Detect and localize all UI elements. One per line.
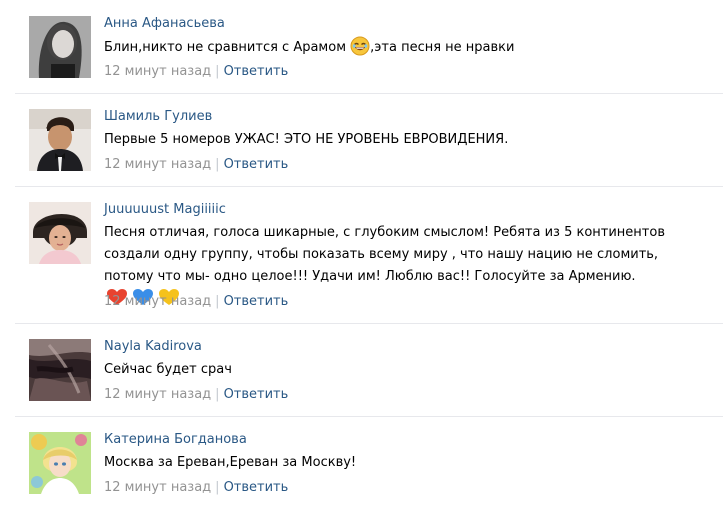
reply-link[interactable]: Ответить xyxy=(224,387,289,402)
avatar-photo xyxy=(29,16,91,78)
laughing-face-icon xyxy=(350,36,370,56)
comment-time[interactable]: 12 минут назад xyxy=(104,387,211,402)
comment-item: Катерина Богданова Москва за Ереван,Ерев… xyxy=(0,416,723,508)
meta-separator: | xyxy=(215,387,220,402)
comment-text: Первые 5 номеров УЖАС! ЭТО НЕ УРОВЕНЬ ЕВ… xyxy=(104,132,509,147)
comment-meta: 12 минут назад | Ответить xyxy=(104,294,288,310)
comment-author[interactable]: Nayla Kadirova xyxy=(104,339,202,355)
reply-link[interactable]: Ответить xyxy=(224,294,289,309)
avatar-photo xyxy=(29,432,91,494)
avatar[interactable] xyxy=(29,109,91,171)
meta-separator: | xyxy=(215,64,220,79)
comment-author[interactable]: Катерина Богданова xyxy=(104,432,247,448)
comment-time[interactable]: 12 минут назад xyxy=(104,157,211,172)
meta-separator: | xyxy=(215,294,220,309)
reply-link[interactable]: Ответить xyxy=(224,480,289,495)
comment-time[interactable]: 12 минут назад xyxy=(104,64,211,79)
comment-time[interactable]: 12 минут назад xyxy=(104,480,211,495)
comment-author[interactable]: Анна Афанасьева xyxy=(104,16,225,32)
comment-text-part: ,эта песня не нравки xyxy=(370,40,515,55)
comment-meta: 12 минут назад | Ответить xyxy=(104,157,288,173)
comment-text: Сейчас будет срач xyxy=(104,362,232,377)
comment-text: Блин,никто не сравнится с Арамом ,эта пе… xyxy=(104,36,704,59)
meta-separator: | xyxy=(215,480,220,495)
comment-author[interactable]: Juuuuuust Magiiiiic xyxy=(104,202,226,218)
comment-meta: 12 минут назад | Ответить xyxy=(104,480,288,496)
comment-text-part: Блин,никто не сравнится с Арамом xyxy=(104,40,351,55)
reply-link[interactable]: Ответить xyxy=(224,64,289,79)
comments-list: Анна Афанасьева Блин,никто не сравнится … xyxy=(0,0,723,508)
comment-item: Juuuuuust Magiiiiic Песня отличая, голос… xyxy=(0,186,723,323)
avatar[interactable] xyxy=(29,16,91,78)
comment-item: Nayla Kadirova Сейчас будет срач 12 мину… xyxy=(0,323,723,416)
reply-link[interactable]: Ответить xyxy=(224,157,289,172)
comment-item: Шамиль Гулиев Первые 5 номеров УЖАС! ЭТО… xyxy=(0,93,723,186)
comment-item: Анна Афанасьева Блин,никто не сравнится … xyxy=(0,0,723,93)
comment-meta: 12 минут назад | Ответить xyxy=(104,64,288,80)
comment-meta: 12 минут назад | Ответить xyxy=(104,387,288,403)
comment-time[interactable]: 12 минут назад xyxy=(104,294,211,309)
avatar[interactable] xyxy=(29,202,91,264)
comment-author[interactable]: Шамиль Гулиев xyxy=(104,109,212,125)
meta-separator: | xyxy=(215,157,220,172)
avatar[interactable] xyxy=(29,432,91,494)
comment-text-part: Песня отличая, голоса шикарные, с глубок… xyxy=(104,225,665,284)
avatar[interactable] xyxy=(29,339,91,401)
avatar-photo xyxy=(29,339,91,401)
avatar-photo xyxy=(29,109,91,171)
avatar-photo xyxy=(29,202,91,264)
comment-text: Москва за Ереван,Ереван за Москву! xyxy=(104,455,357,470)
